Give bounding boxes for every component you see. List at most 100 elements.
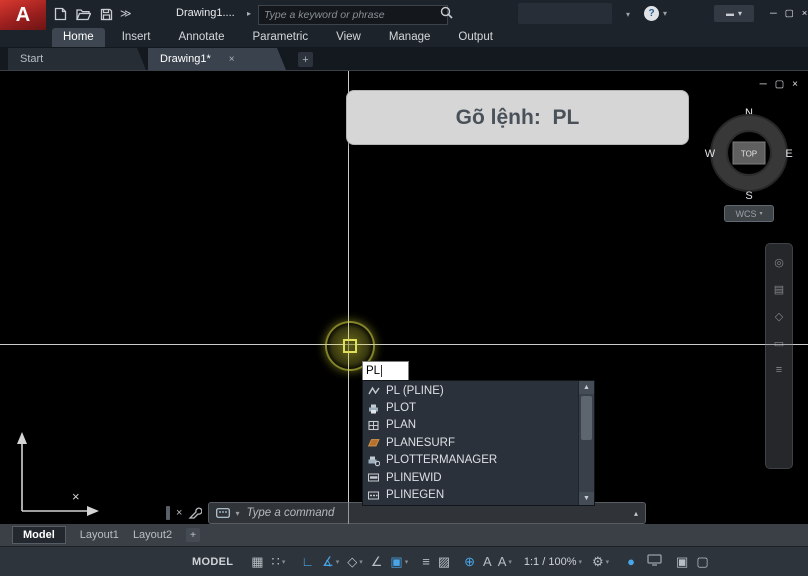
autocomplete-label: PLINEWID xyxy=(386,472,442,484)
command-line-close-icon[interactable]: × xyxy=(176,507,182,519)
navigation-bar[interactable]: ◎ ▤ ◇ ▭ ≡ xyxy=(765,243,793,469)
ortho-mode-icon[interactable]: ∟ xyxy=(301,555,314,568)
search-icon[interactable] xyxy=(440,6,453,24)
annotation-visibility-icon[interactable]: A xyxy=(483,555,492,568)
autocomplete-item-plottermanager[interactable]: PLOTTERMANAGER xyxy=(363,452,578,469)
autocomplete-label: PLOT xyxy=(386,402,416,414)
new-layout-button[interactable]: + xyxy=(186,528,200,542)
snap-mode-icon: ∷ xyxy=(272,555,280,568)
plinewid-icon xyxy=(367,471,380,484)
help-menu[interactable]: ? ▾ xyxy=(644,6,667,21)
scroll-up-icon[interactable]: ▲ xyxy=(579,381,594,394)
customization-menu[interactable]: ⚙ ▾ xyxy=(592,555,609,568)
autocomplete-item-plot[interactable]: PLOT xyxy=(363,399,578,416)
layout-tab-layout2[interactable]: Layout2 xyxy=(133,529,172,541)
ribbon-tab-insert[interactable]: Insert xyxy=(111,28,162,47)
nav-orbit-icon[interactable]: ▭ xyxy=(774,337,784,350)
command-options-caret-icon[interactable]: ▾ xyxy=(235,509,239,518)
command-hint-banner: Gõ lệnh: PL xyxy=(347,91,688,144)
new-drawing-tab-button[interactable]: + xyxy=(298,52,313,67)
layout-tab-model[interactable]: Model xyxy=(12,526,66,544)
drawing-restore-button[interactable]: ▢ xyxy=(775,79,784,90)
maximize-button[interactable]: ▢ xyxy=(785,8,794,19)
autocomplete-item-plinewid[interactable]: PLINEWID xyxy=(363,469,578,486)
app-logo-icon[interactable]: A xyxy=(0,0,46,30)
hardware-acceleration-icon[interactable]: ▣ xyxy=(676,555,688,568)
customize-wrench-icon[interactable] xyxy=(188,506,202,520)
model-space-indicator[interactable]: MODEL xyxy=(192,556,233,568)
nav-more-icon[interactable]: ≡ xyxy=(776,364,782,376)
annotation-scale-selector[interactable]: 1:1 / 100% ▾ xyxy=(524,556,582,568)
layout-tab-layout1[interactable]: Layout1 xyxy=(80,529,119,541)
drawing-window-controls: ─ ▢ × xyxy=(760,79,798,90)
sign-in-field[interactable] xyxy=(518,3,612,24)
nav-steering-wheel-icon[interactable]: ◎ xyxy=(774,256,784,269)
annotation-autoscale-icon: A xyxy=(498,555,507,568)
snap-mode-toggle[interactable]: ∷ ▾ xyxy=(272,555,286,568)
qat-overflow-icon[interactable]: ≫ xyxy=(120,7,132,20)
scroll-down-icon[interactable]: ▼ xyxy=(579,492,594,505)
drawing-minimize-button[interactable]: ─ xyxy=(760,79,767,90)
autocomplete-item-pline[interactable]: PL (PLINE) xyxy=(363,382,578,399)
autocomplete-item-plinegen[interactable]: PLINEGEN xyxy=(363,486,578,503)
dynamic-input-field[interactable]: PL xyxy=(362,361,409,381)
titlebar-dropdown-caret-icon[interactable]: ▾ xyxy=(626,10,630,19)
wcs-selector[interactable]: WCS ▾ xyxy=(724,205,774,222)
graphics-performance-icon[interactable] xyxy=(647,554,662,569)
file-tab-close-icon[interactable]: × xyxy=(229,54,235,65)
polar-tracking-toggle[interactable]: ∡ ▾ xyxy=(322,555,339,568)
help-icon[interactable]: ? xyxy=(644,6,659,21)
command-history-icon[interactable]: ▴ xyxy=(634,509,638,518)
annotation-monitor-icon[interactable]: ⊕ xyxy=(464,555,475,568)
viewcube-face-label: TOP xyxy=(741,150,757,159)
drawing-close-button[interactable]: × xyxy=(792,79,798,90)
autoscale-caret-icon: ▾ xyxy=(508,558,512,566)
nav-pan-icon[interactable]: ▤ xyxy=(774,283,784,296)
autocomplete-item-plan[interactable]: PLAN xyxy=(363,417,578,434)
isodraft-toggle[interactable]: ◇ ▾ xyxy=(347,555,363,568)
autocad-window: A ≫ Drawing1.... ▸ xyxy=(0,0,808,575)
viewcube-west-label: W xyxy=(705,148,716,160)
grid-display-icon[interactable]: ▦ xyxy=(251,555,263,568)
open-folder-icon[interactable] xyxy=(76,8,91,21)
help-caret-icon[interactable]: ▾ xyxy=(663,9,667,18)
autocomplete-label: PLINEGEN xyxy=(386,489,444,501)
autocomplete-item-planesurf[interactable]: PLANESURF xyxy=(363,434,578,451)
save-icon[interactable] xyxy=(100,8,113,21)
object-snap-toggle[interactable]: ▣ ▾ xyxy=(390,555,408,568)
new-file-icon[interactable] xyxy=(54,7,67,21)
ribbon-tab-output[interactable]: Output xyxy=(447,28,504,47)
ribbon-tab-annotate[interactable]: Annotate xyxy=(167,28,235,47)
a360-dropdown-button[interactable]: ▬ ▾ xyxy=(714,5,754,22)
ribbon-tab-parametric[interactable]: Parametric xyxy=(242,28,320,47)
command-input[interactable] xyxy=(244,506,629,520)
close-button[interactable]: × xyxy=(802,8,808,19)
isolate-objects-icon[interactable]: ● xyxy=(627,555,635,568)
doc-title-caret-icon[interactable]: ▸ xyxy=(247,9,251,18)
object-snap-tracking-icon[interactable]: ∠ xyxy=(371,555,383,568)
scrollbar-thumb[interactable] xyxy=(581,396,592,440)
search-input[interactable] xyxy=(258,5,448,25)
viewcube-south-label: S xyxy=(745,190,752,201)
ribbon-tab-home[interactable]: Home xyxy=(52,28,105,47)
status-bar: MODEL ▦ ∷ ▾ ∟ ∡ ▾ ◇ ▾ ∠ ▣ ▾ ≡ ▨ ⊕ A A ▾ … xyxy=(0,546,808,576)
file-tab-label: Drawing1* xyxy=(160,53,211,65)
autocomplete-scrollbar[interactable]: ▲ ▼ xyxy=(578,381,594,505)
ribbon-tab-manage[interactable]: Manage xyxy=(378,28,442,47)
drawing-canvas[interactable]: ─ ▢ × Gõ lệnh: PL N TOP W E S WCS xyxy=(0,70,808,525)
settings-gear-icon: ⚙ xyxy=(592,555,604,568)
scrollbar-track xyxy=(579,440,594,492)
command-line-grip[interactable] xyxy=(166,506,170,520)
ribbon-tab-view[interactable]: View xyxy=(325,28,372,47)
infocenter-search xyxy=(258,5,436,23)
minimize-button[interactable]: ─ xyxy=(770,8,777,19)
file-tab-start[interactable]: Start xyxy=(8,48,146,70)
polyline-icon xyxy=(367,384,380,397)
file-tab-drawing1[interactable]: Drawing1* × xyxy=(148,48,286,70)
annotation-autoscale-toggle[interactable]: A ▾ xyxy=(498,555,512,568)
transparency-icon[interactable]: ▨ xyxy=(438,555,450,568)
clean-screen-icon[interactable]: ▢ xyxy=(696,555,708,568)
nav-zoom-icon[interactable]: ◇ xyxy=(775,310,783,323)
viewcube[interactable]: N TOP W E S xyxy=(702,101,796,206)
lineweight-icon[interactable]: ≡ xyxy=(422,555,430,568)
